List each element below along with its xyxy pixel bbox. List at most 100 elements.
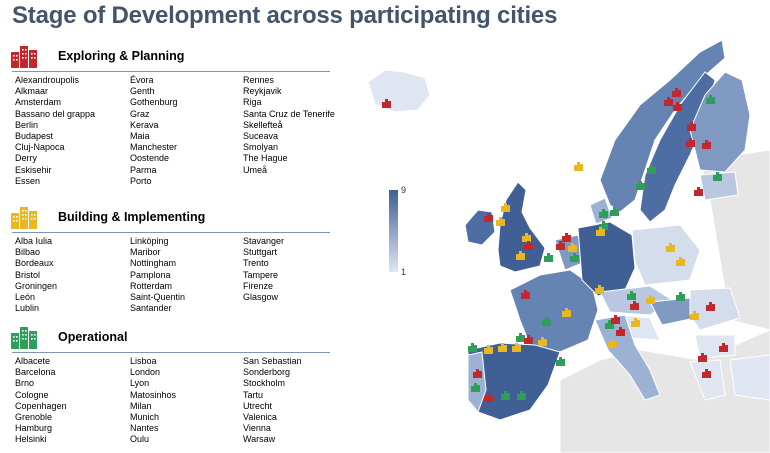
- city-marker: [544, 253, 553, 262]
- turkey-region: [729, 354, 770, 401]
- city-name: León: [15, 291, 36, 302]
- city-column: Stavanger Stuttgart Trento Tampere Firenze Gl…: [243, 236, 358, 303]
- city-name: Tampere: [243, 269, 279, 280]
- city-name: San Sebastian: [243, 356, 302, 366]
- city-column: Alba Iulia Bilbao Bordeaux Bristol Groningen…: [15, 236, 130, 314]
- city-marker: [694, 187, 703, 196]
- germany-region: [577, 221, 636, 297]
- city-name: Maia: [130, 130, 150, 141]
- city-name: Hamburg: [15, 423, 53, 434]
- city-name: Smolyan: [243, 142, 279, 153]
- city-marker: [516, 333, 525, 342]
- red-buildings-icon: [11, 46, 37, 68]
- city-name: Saint-Quentin: [130, 291, 186, 302]
- city-name: Porto: [130, 175, 152, 186]
- city-column: Linköping Maribor Nottingham Pamplona Rotter…: [130, 236, 245, 314]
- city-name: Alexandroupolis: [15, 75, 80, 85]
- city-name: Oostende: [130, 153, 170, 164]
- city-name: Genth: [130, 86, 155, 97]
- section-building-implementing: Building & Implementing Alba Iulia Bilbao B…: [10, 205, 330, 313]
- city-name: Warsaw: [243, 434, 276, 445]
- city-name: Derry: [15, 153, 37, 164]
- section-header: Building & Implementing: [10, 205, 330, 231]
- city-name: Manchester: [130, 142, 178, 153]
- city-name: Stavanger: [243, 236, 285, 246]
- city-name: Linköping: [130, 236, 169, 246]
- city-name: Pamplona: [130, 269, 171, 280]
- section-header: Exploring & Planning: [10, 44, 330, 70]
- city-name: Bilbao: [15, 247, 41, 258]
- city-name: Suceava: [243, 130, 279, 141]
- city-name: Bristol: [15, 269, 41, 280]
- city-name: Tartu: [243, 389, 264, 400]
- city-name: Glasgow: [243, 291, 279, 302]
- city-name: Cologne: [15, 389, 49, 400]
- city-name: Munich: [130, 411, 160, 422]
- city-name: Gothenburg: [130, 97, 178, 108]
- city-name: Maribor: [130, 247, 161, 258]
- section-operational: Operational Albacete Barcelona Brno Cologne C…: [10, 325, 330, 444]
- poland-region: [631, 224, 701, 286]
- section-divider: [12, 352, 330, 353]
- city-column: Alexandroupolis Alkmaar Amsterdam Bassano d…: [15, 75, 130, 187]
- city-name: Lublin: [15, 303, 40, 314]
- city-name: Eskisehir: [15, 164, 52, 175]
- city-name: Parma: [130, 164, 157, 175]
- city-name: Berlin: [15, 119, 39, 130]
- city-name: Skellefteå: [243, 119, 283, 130]
- city-name: Évora: [130, 75, 154, 85]
- city-column: Évora Genth Gothenburg Graz Kerava Maia Manche…: [130, 75, 245, 187]
- section-exploring-planning: Exploring & Planning Alexandroupolis Alkma…: [10, 44, 335, 186]
- city-name: Alba Iulia: [15, 236, 53, 246]
- city-name: London: [130, 367, 161, 378]
- city-name: Barcelona: [15, 367, 56, 378]
- section-title: Operational: [58, 330, 128, 344]
- city-name: Albacete: [15, 356, 51, 366]
- city-name: Santa Cruz de Tenerife: [243, 108, 335, 119]
- city-name: Brno: [15, 378, 35, 389]
- city-column: Lisboa London Lyon Matosinhos Milan Munich Nan…: [130, 356, 245, 446]
- city-name: Rennes: [243, 75, 275, 85]
- city-name: Umeå: [243, 164, 268, 175]
- city-name: Oulu: [130, 434, 150, 445]
- hungary-region: [649, 297, 696, 326]
- section-title: Exploring & Planning: [58, 49, 185, 63]
- city-name: Amsterdam: [15, 97, 62, 108]
- yellow-buildings-icon: [11, 207, 37, 229]
- city-name: Sonderborg: [243, 367, 291, 378]
- city-column: Albacete Barcelona Brno Cologne Copenhagen Gr…: [15, 356, 130, 446]
- city-name: Utrecht: [243, 400, 273, 411]
- city-name: Essen: [15, 175, 41, 186]
- city-name: Graz: [130, 108, 150, 119]
- city-name: Budapest: [15, 130, 54, 141]
- section-divider: [12, 232, 330, 233]
- city-marker: [468, 343, 477, 352]
- city-name: Cluj-Napoca: [15, 142, 65, 153]
- city-name: Alkmaar: [15, 86, 49, 97]
- page-title: Stage of Development across participatin…: [12, 2, 558, 29]
- city-name: Riga: [243, 97, 262, 108]
- city-marker: [676, 292, 685, 301]
- section-title: Building & Implementing: [58, 210, 206, 224]
- city-name: Grenoble: [15, 411, 53, 422]
- city-column: Rennes Reykjavik Riga Santa Cruz de Tenerif…: [243, 75, 358, 176]
- city-column: San Sebastian Sonderborg Stockholm Tartu Utr…: [243, 356, 358, 446]
- city-name: Stockholm: [243, 378, 286, 389]
- europe-map: [367, 39, 770, 453]
- city-name: Nantes: [130, 423, 159, 434]
- city-name: Valenica: [243, 411, 277, 422]
- city-name: Helsinki: [15, 434, 47, 445]
- city-name: The Hague: [243, 153, 288, 164]
- city-name: Bordeaux: [15, 258, 54, 269]
- city-name: Rotterdam: [130, 280, 173, 291]
- city-name: Santander: [130, 303, 172, 314]
- city-name: Lisboa: [130, 356, 157, 366]
- city-name: Stuttgart: [243, 247, 278, 258]
- city-name: Matosinhos: [130, 389, 177, 400]
- green-buildings-icon: [11, 327, 37, 349]
- city-name: Firenze: [243, 280, 274, 291]
- city-name: Groningen: [15, 280, 58, 291]
- city-name: Nottingham: [130, 258, 177, 269]
- city-name: Kerava: [130, 119, 159, 130]
- city-name: Bassano del grappa: [15, 108, 96, 119]
